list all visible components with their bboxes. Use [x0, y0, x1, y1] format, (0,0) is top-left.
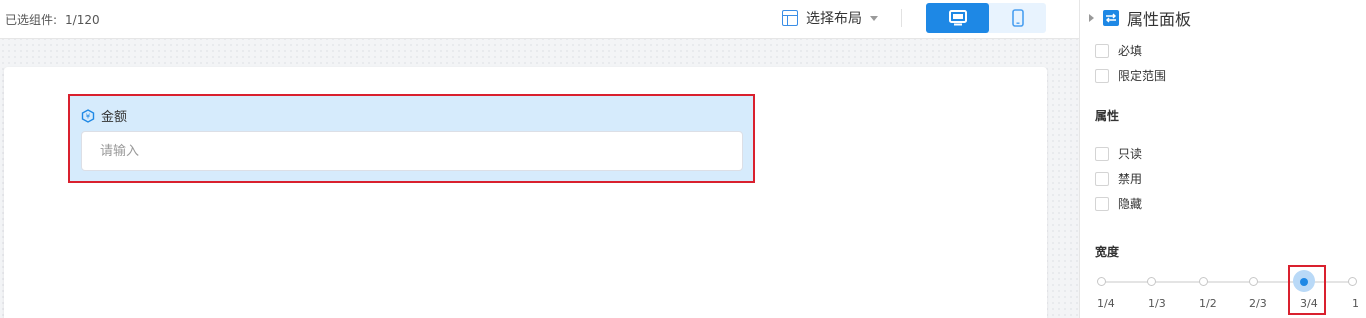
attributes-section-title: 属性 — [1095, 109, 1120, 123]
amount-field-label: 金额 — [101, 110, 128, 125]
width-tick-label: 1/3 — [1148, 297, 1166, 310]
width-tick-label: 1/2 — [1199, 297, 1217, 310]
checkbox-box[interactable] — [1095, 171, 1109, 186]
width-tick-label: 1 — [1352, 297, 1359, 310]
mobile-view-button[interactable] — [989, 3, 1046, 33]
width-stop-1-3[interactable] — [1147, 277, 1156, 286]
field-label-row: ¥ 金额 — [81, 106, 127, 125]
mobile-phone-icon — [1011, 9, 1024, 27]
form-canvas: ¥ 金额 — [4, 67, 1047, 318]
layout-select-label: 选择布局 — [806, 11, 862, 27]
checkbox-box[interactable] — [1095, 146, 1109, 161]
checkbox-box[interactable] — [1095, 68, 1109, 83]
required-checkbox[interactable]: 必填 — [1095, 42, 1142, 59]
readonly-checkbox[interactable]: 只读 — [1095, 145, 1142, 162]
layout-grid-icon — [782, 10, 798, 26]
svg-text:¥: ¥ — [86, 112, 91, 120]
device-toggle — [926, 3, 1046, 33]
selected-components-info: 已选组件: 1/120 — [5, 11, 100, 28]
amount-input[interactable] — [81, 131, 743, 171]
checkbox-label: 只读 — [1118, 147, 1143, 161]
toolbar-divider — [901, 9, 902, 27]
width-stop-1[interactable] — [1348, 277, 1357, 286]
width-tick-label: 1/4 — [1097, 297, 1115, 310]
desktop-view-button[interactable] — [926, 3, 989, 33]
disabled-checkbox[interactable]: 禁用 — [1095, 170, 1142, 187]
hidden-checkbox[interactable]: 隐藏 — [1095, 195, 1142, 212]
checkbox-label: 限定范围 — [1118, 69, 1167, 83]
desktop-monitor-icon — [948, 10, 967, 26]
checkbox-box[interactable] — [1095, 43, 1109, 58]
width-stop-1-2[interactable] — [1199, 277, 1208, 286]
selected-components-count: 1/120 — [65, 13, 100, 27]
selected-width-highlight — [1288, 265, 1326, 315]
layout-select-dropdown[interactable]: 选择布局 — [782, 8, 878, 28]
width-stop-2-3[interactable] — [1249, 277, 1258, 286]
width-tick-label: 2/3 — [1249, 297, 1267, 310]
limit-range-checkbox[interactable]: 限定范围 — [1095, 67, 1166, 84]
caret-right-icon — [1089, 14, 1094, 22]
width-stop-1-4[interactable] — [1097, 277, 1106, 286]
designer-toolbar: 已选组件: 1/120 选择布局 — [0, 0, 1079, 39]
caret-down-icon — [870, 15, 878, 21]
swap-arrows-icon — [1103, 10, 1119, 26]
properties-panel: 属性面板 必填 限定范围 属性 只读 禁用 隐藏 宽度 1/4 1/3 1/2 … — [1079, 0, 1366, 318]
checkbox-label: 必填 — [1118, 44, 1143, 58]
currency-hexagon-icon: ¥ — [81, 108, 95, 123]
panel-title: 属性面板 — [1127, 10, 1192, 29]
width-section-title: 宽度 — [1095, 245, 1120, 259]
checkbox-label: 隐藏 — [1118, 197, 1143, 211]
checkbox-box[interactable] — [1095, 196, 1109, 211]
checkbox-label: 禁用 — [1118, 172, 1143, 186]
designer-area: 已选组件: 1/120 选择布局 ¥ 金额 请输入 — [0, 0, 1079, 318]
amount-field-card[interactable]: ¥ 金额 — [68, 94, 755, 183]
selected-components-label: 已选组件: — [5, 13, 58, 27]
panel-header[interactable]: 属性面板 — [1089, 6, 1191, 30]
